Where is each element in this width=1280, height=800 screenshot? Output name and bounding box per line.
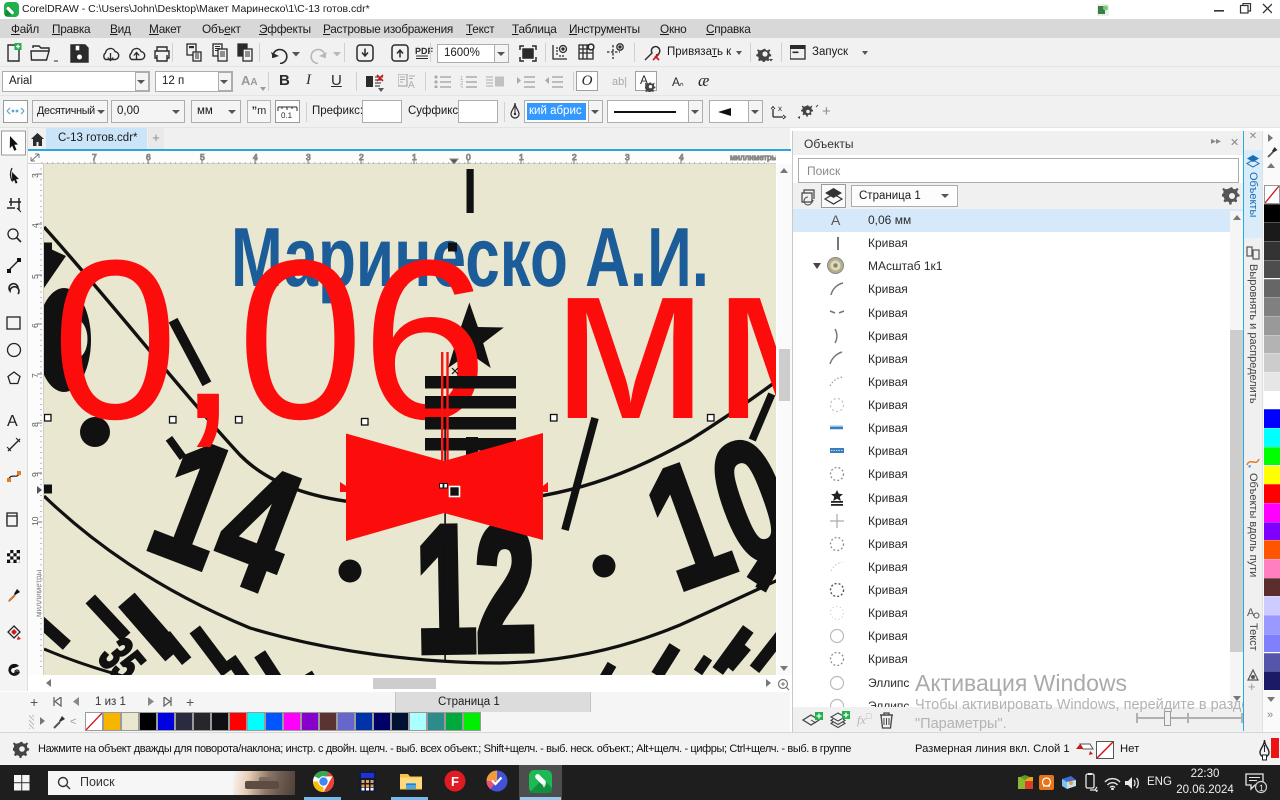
- svg-text:F: F: [451, 774, 459, 789]
- svg-text:3: 3: [460, 85, 464, 88]
- svg-text:7: 7: [92, 152, 97, 162]
- svg-text:A: A: [408, 80, 415, 90]
- svg-text:x: x: [778, 104, 782, 113]
- svg-text:10: 10: [30, 516, 40, 526]
- svg-text:4: 4: [679, 152, 684, 162]
- svg-text:миллиметры: миллиметры: [34, 569, 43, 617]
- svg-text:6: 6: [146, 152, 151, 162]
- svg-text:3: 3: [306, 152, 311, 162]
- svg-text:A: A: [1247, 607, 1255, 619]
- svg-text:A: A: [7, 413, 18, 430]
- svg-text:0.1: 0.1: [281, 111, 293, 120]
- svg-text:0,06: 0,06: [52, 214, 486, 467]
- svg-text:3: 3: [625, 152, 630, 162]
- svg-text:1: 1: [519, 152, 524, 162]
- svg-text:4: 4: [253, 152, 258, 162]
- svg-text:5: 5: [200, 152, 205, 162]
- svg-text:1: 1: [412, 152, 417, 162]
- svg-text:2: 2: [572, 152, 577, 162]
- svg-text:0: 0: [466, 152, 471, 162]
- svg-text:1: 1: [1259, 783, 1264, 793]
- svg-text:2: 2: [359, 152, 364, 162]
- svg-text:мм: мм: [552, 214, 776, 467]
- svg-text:миллиметры: миллиметры: [730, 153, 776, 162]
